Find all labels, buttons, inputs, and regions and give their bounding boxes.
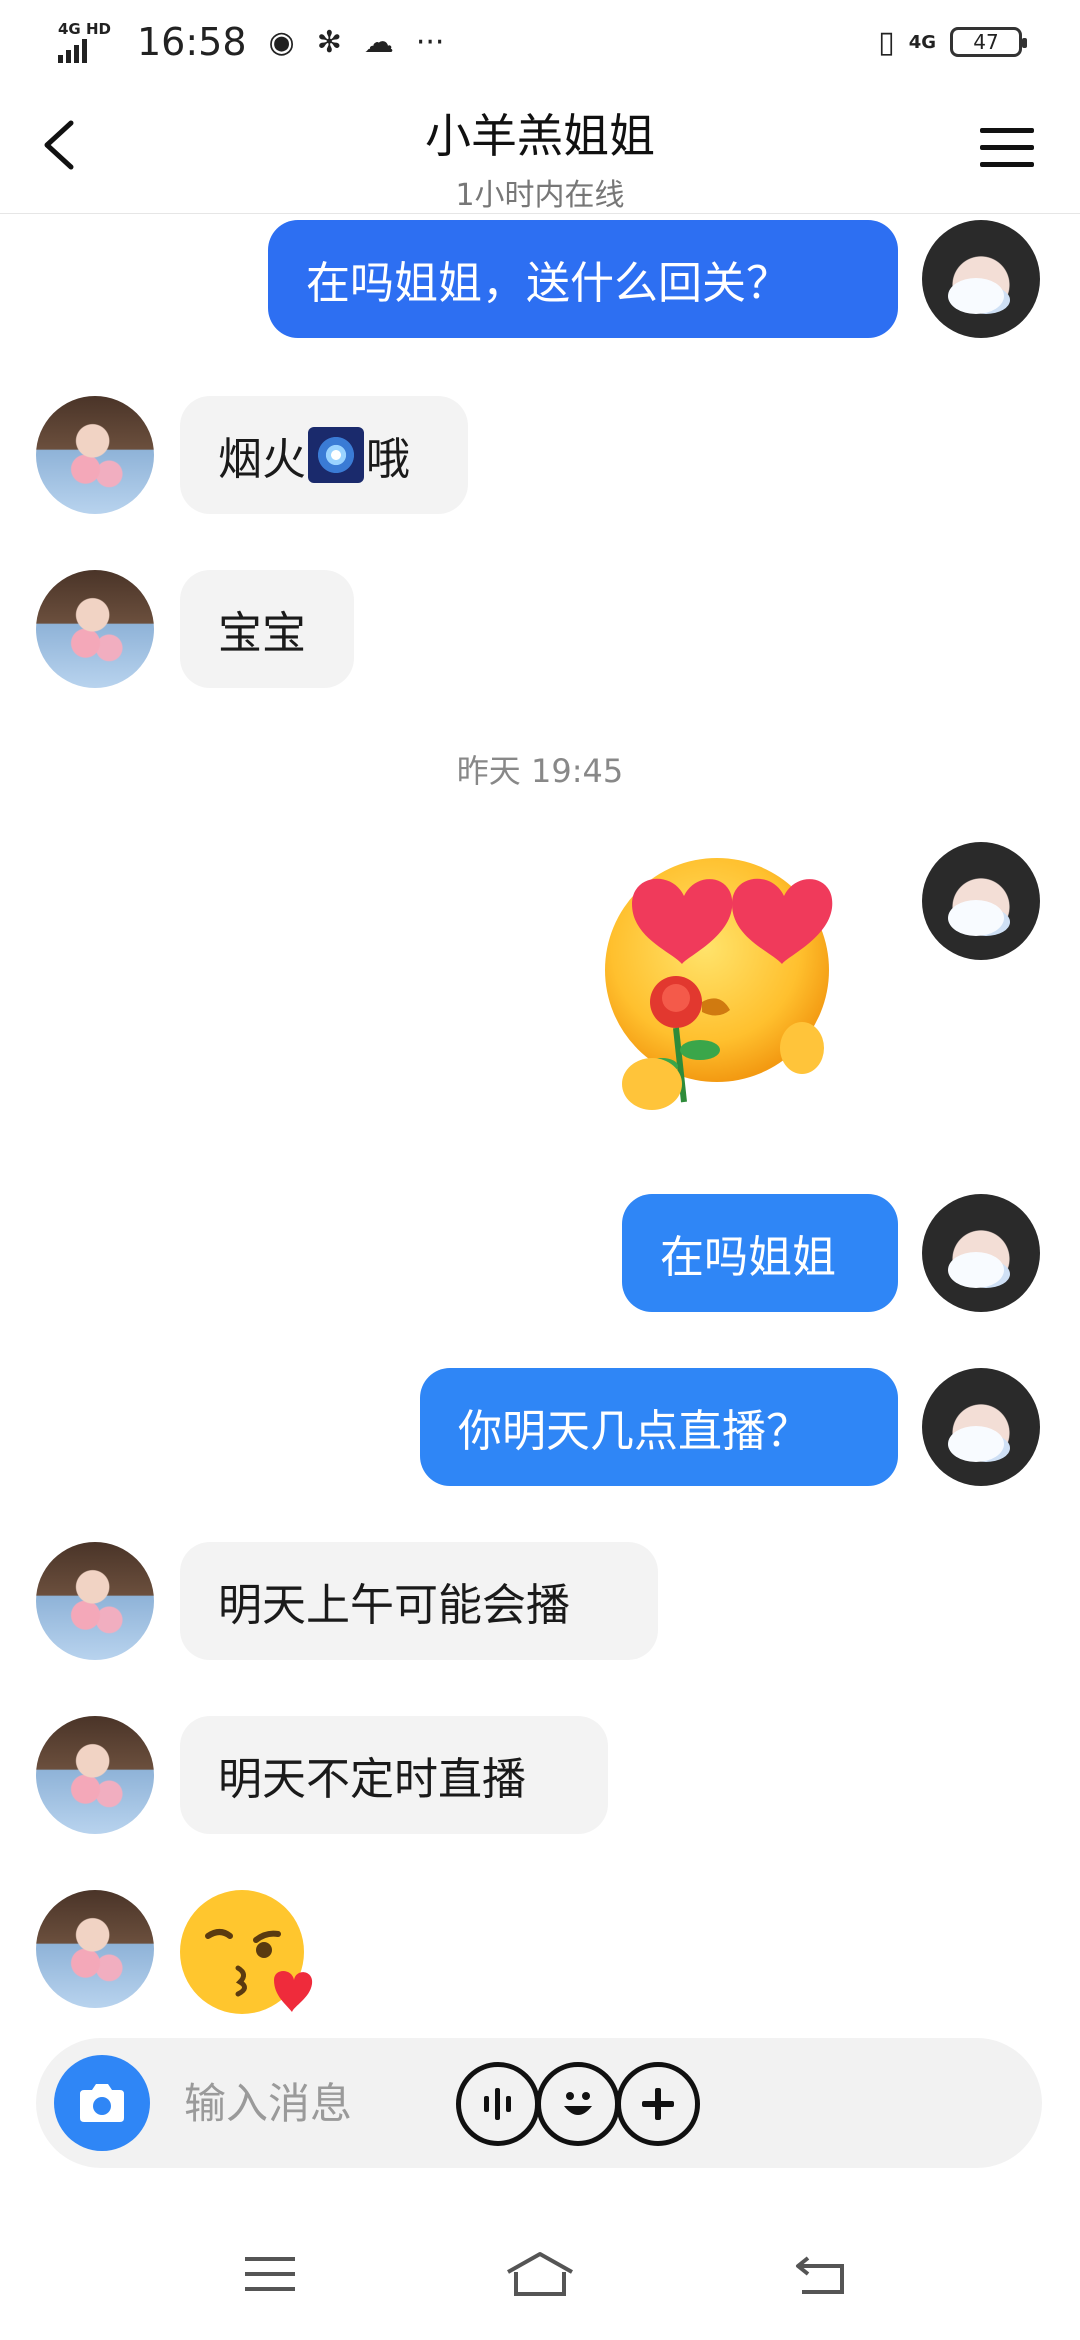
camera-icon	[80, 2084, 124, 2122]
status-left: 4G HD 16:58 ◉ ✻ ☁ ···	[58, 20, 444, 64]
nav-back-icon	[796, 2256, 844, 2294]
message-text: 明天不定时直播	[218, 1754, 526, 1805]
clock: 16:58	[136, 20, 247, 64]
status-bar: 4G HD 16:58 ◉ ✻ ☁ ··· ▯ 4G 47	[0, 0, 1080, 84]
message-text: 明天上午可能会播	[218, 1580, 570, 1631]
message-timestamp: 昨天 19:45	[456, 752, 624, 790]
battery-level: 47	[973, 30, 999, 54]
contact-avatar[interactable]	[36, 1542, 154, 1660]
firework-emoji-icon	[308, 427, 364, 483]
nav-back-button[interactable]	[780, 2244, 860, 2304]
contact-avatar[interactable]	[36, 1890, 154, 2008]
nav-menu-icon	[245, 2257, 295, 2291]
my-avatar[interactable]	[922, 220, 1040, 338]
camera-button[interactable]	[54, 2055, 150, 2151]
emoji-button[interactable]	[536, 2062, 620, 2146]
system-nav-bar	[0, 2200, 1080, 2340]
message-bubble-incoming[interactable]: 烟火 哦	[180, 396, 468, 514]
menu-button[interactable]	[980, 112, 1050, 182]
network-type: 4G	[908, 31, 936, 53]
message-text: 在吗姐姐，送什么回关？	[306, 258, 790, 309]
nav-home-button[interactable]	[500, 2244, 580, 2304]
status-right: ▯ 4G 47	[868, 24, 1027, 60]
notification-icon: ◉	[268, 24, 295, 60]
chat-area[interactable]: 在吗姐姐，送什么回关？ 烟火 哦 宝宝 昨天 19:45 在吗姐姐 你明天几点直…	[0, 214, 1080, 2034]
online-status: 1小时内在线	[455, 178, 625, 213]
chat-header: 小羊羔姐姐 1小时内在线	[0, 84, 1080, 214]
plus-icon	[642, 2088, 674, 2120]
vibrate-icon: ▯	[878, 24, 895, 60]
my-avatar[interactable]	[922, 1368, 1040, 1486]
message-text: 哦	[366, 434, 410, 485]
cloud-icon: ☁	[363, 24, 394, 60]
kissing-face-heart-emoji[interactable]	[178, 1884, 318, 2024]
voice-button[interactable]	[456, 2062, 540, 2146]
message-bubble-outgoing[interactable]: 在吗姐姐，送什么回关？	[268, 220, 898, 338]
message-bubble-incoming[interactable]: 明天不定时直播	[180, 1716, 608, 1834]
signal-bars-icon	[58, 37, 117, 63]
message-input-bar	[36, 2038, 1042, 2168]
nav-home-icon	[507, 2252, 573, 2296]
heart-eyes-rose-sticker[interactable]	[592, 852, 842, 1132]
message-text: 烟火	[218, 434, 306, 485]
contact-avatar[interactable]	[36, 396, 154, 514]
message-text: 你明天几点直播？	[458, 1406, 810, 1457]
more-notifications-icon: ···	[415, 24, 445, 60]
my-avatar[interactable]	[922, 842, 1040, 960]
my-avatar[interactable]	[922, 1194, 1040, 1312]
kissing-face-icon	[180, 1890, 313, 2014]
message-bubble-incoming[interactable]: 宝宝	[180, 570, 354, 688]
voice-icon	[484, 2088, 511, 2120]
emoji-icon	[564, 2092, 592, 2115]
fan-icon: ✻	[316, 24, 342, 60]
network-indicator: 4G HD	[58, 21, 117, 63]
more-button[interactable]	[616, 2062, 700, 2146]
contact-avatar[interactable]	[36, 570, 154, 688]
nav-menu-button[interactable]	[230, 2244, 310, 2304]
contact-avatar[interactable]	[36, 1716, 154, 1834]
title-block: 小羊羔姐姐 1小时内在线	[0, 100, 1080, 214]
message-bubble-outgoing[interactable]: 在吗姐姐	[622, 1194, 898, 1312]
message-text: 在吗姐姐	[660, 1232, 836, 1283]
message-bubble-incoming[interactable]: 明天上午可能会播	[180, 1542, 658, 1660]
network-label: 4G HD	[58, 20, 111, 38]
heart-eyes-emoji-icon	[605, 858, 833, 1110]
menu-icon-line	[980, 161, 1034, 167]
battery-icon: 47	[950, 27, 1027, 57]
menu-icon-line	[980, 144, 1034, 150]
contact-name: 小羊羔姐姐	[425, 109, 655, 163]
message-text: 宝宝	[218, 608, 306, 659]
message-bubble-outgoing[interactable]: 你明天几点直播？	[420, 1368, 898, 1486]
menu-icon	[980, 127, 1034, 133]
